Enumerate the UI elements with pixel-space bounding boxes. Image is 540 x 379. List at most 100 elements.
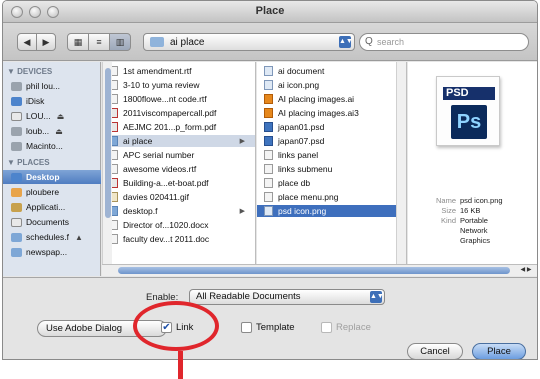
chevron-right-icon: ▶ [239,138,245,145]
list-item[interactable]: 2011viscompapercall.pdf [102,107,255,119]
callout-circle [133,301,219,351]
list-item[interactable]: APC serial number [102,149,255,161]
list-item[interactable]: Building-a...et-boat.pdf [102,177,255,189]
png-icon [264,66,273,76]
file-name: japan01.psd [278,122,325,132]
psd-file-icon: PSD Ps [436,76,500,146]
preview-meta-row: Size 16 KB [408,206,537,215]
checkbox-box[interactable] [241,322,252,333]
list-item-ai-place[interactable]: ai place ▶ [102,135,255,147]
sidebar-item-applications[interactable]: Applicati... [11,200,101,214]
sidebar-item-label: phil lou... [26,81,61,91]
cancel-button[interactable]: Cancel [407,343,463,359]
sidebar-item-device[interactable]: phil lou... [11,79,101,93]
list-item[interactable]: japan01.psd [257,121,406,133]
eject-icon[interactable]: ⏏ [55,127,63,136]
list-item[interactable]: AEJMC 201...p_form.pdf [102,121,255,133]
file-name: APC serial number [123,150,195,160]
hard-drive-icon [11,81,22,91]
meta-value: 16 KB [460,206,481,215]
list-item[interactable]: place menu.png [257,191,406,203]
options-panel: Enable: All Readable Documents ▲▼ Use Ad… [3,277,537,359]
scroll-arrows-icon[interactable]: ◀ ▶ [515,266,537,275]
list-item[interactable]: ai icon.png [257,79,406,91]
psd-banner: PSD [443,87,495,100]
sidebar-heading-places: ▼ PLACES [7,158,50,167]
template-checkbox[interactable]: Template [241,322,295,333]
list-item[interactable]: ai document [257,65,406,77]
column-view-button[interactable]: ▥ [109,33,131,51]
file-name: japan07.psd [278,136,325,146]
file-icon [264,150,273,160]
sidebar-item-schedules[interactable]: schedules.f ▲ [11,230,101,244]
icon-view-button[interactable]: ▦ [67,33,89,51]
sidebar-item-label: schedules.f [26,232,69,242]
file-name: links submenu [278,164,333,174]
list-item[interactable]: davies 020411.gif [102,191,255,203]
preview-meta-row: Kind Portable [408,216,537,225]
file-name: Director of...1020.docx [123,220,209,230]
list-item[interactable]: AI placing images.ai [257,93,406,105]
place-button[interactable]: Place [472,343,526,359]
psd-icon [264,136,273,146]
list-item[interactable]: 1st amendment.rtf [102,65,255,77]
back-button[interactable]: ◀ [17,33,37,51]
file-icon [264,164,273,174]
popup-arrows-icon: ▲▼ [339,36,353,48]
meta-value: Portable [460,216,488,225]
preview-pane: PSD Ps Name psd icon.png Size 16 KB Kind Po… [408,62,537,264]
sidebar-item-device[interactable]: loub... ⏏ [11,124,101,138]
list-item[interactable]: japan07.psd [257,135,406,147]
search-field[interactable]: Q [359,33,529,51]
column-scrollbar-right[interactable] [396,62,406,264]
eject-icon[interactable]: ▲ [75,233,83,242]
place-dialog-window: Place ◀ ▶ ▦ ≡ ▥ ai place ▲▼ Q ▼ DEVICES … [2,0,538,360]
browser-column-desktop: 1st amendment.rtf 3-10 to yuma review 18… [102,62,256,264]
sidebar-item-device[interactable]: Macinto... [11,139,101,153]
horizontal-scrollbar[interactable]: ◀ ▶ [102,264,537,276]
png-icon [264,80,273,90]
scroll-thumb[interactable] [105,68,111,218]
file-name: Building-a...et-boat.pdf [123,178,209,188]
sidebar-item-device[interactable]: iDisk [11,94,101,108]
sidebar-item-desktop[interactable]: Desktop [3,170,101,184]
eject-icon[interactable]: ⏏ [57,112,65,121]
drive-icon [11,126,22,136]
horizontal-scroll-thumb[interactable] [118,267,510,274]
file-name: 1800flowe...nt code.rtf [123,94,207,104]
sidebar-item-label: iDisk [26,96,45,106]
enable-select[interactable]: All Readable Documents ▲▼ [189,289,385,305]
list-item[interactable]: 1800flowe...nt code.rtf [102,93,255,105]
path-popup[interactable]: ai place ▲▼ [143,33,355,51]
sidebar-item-newspaper[interactable]: newspap... [11,245,101,259]
file-name: AI placing images.ai3 [278,108,359,118]
list-item[interactable]: Director of...1020.docx [102,219,255,231]
list-item[interactable]: links panel [257,149,406,161]
sidebar-item-label: newspap... [26,247,68,257]
list-view-button[interactable]: ≡ [88,33,110,51]
sidebar-item-documents[interactable]: Documents [11,215,101,229]
list-item[interactable]: awesome videos.rtf [102,163,255,175]
path-label: ai place [170,37,205,48]
folder-icon [11,247,22,257]
sidebar-item-device[interactable]: LOU... ⏏ [11,109,101,123]
file-name: ai icon.png [278,80,320,90]
list-item[interactable]: place db [257,177,406,189]
search-input[interactable] [377,36,522,48]
forward-arrow-icon: ▶ [42,36,50,47]
forward-button[interactable]: ▶ [36,33,56,51]
photoshop-logo-icon: Ps [451,105,487,139]
list-item[interactable]: desktop.f ▶ [102,205,255,217]
file-name: AEJMC 201...p_form.pdf [123,122,217,132]
list-item[interactable]: links submenu [257,163,406,175]
ai-icon [264,94,273,104]
ai-icon [264,108,273,118]
file-icon [264,192,273,202]
list-item-selected[interactable]: psd icon.png [257,205,406,217]
list-item[interactable]: AI placing images.ai3 [257,107,406,119]
sidebar-item-home[interactable]: ploubere [11,185,101,199]
column-scrollbar-left[interactable] [102,62,112,264]
list-item[interactable]: faculty dev...t 2011.doc [102,233,255,245]
file-name: davies 020411.gif [123,192,190,202]
list-item[interactable]: 3-10 to yuma review [102,79,255,91]
